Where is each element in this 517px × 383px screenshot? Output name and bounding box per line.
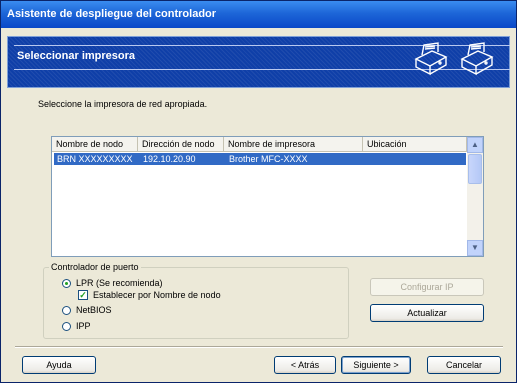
- back-button[interactable]: < Atrás: [274, 356, 336, 374]
- help-button[interactable]: Ayuda: [22, 356, 96, 374]
- radio-netbios-indicator[interactable]: [62, 305, 71, 315]
- row-location: [365, 153, 466, 165]
- column-location[interactable]: Ubicación: [363, 137, 467, 152]
- driver-deployment-wizard-window: Asistente de despliegue del controlador …: [0, 0, 517, 383]
- printer-list-header: Nombre de nodo Dirección de nodo Nombre …: [52, 137, 467, 152]
- radio-lpr[interactable]: LPR (Se recomienda): [62, 278, 163, 288]
- row-node-address: 192.10.20.90: [143, 154, 196, 164]
- printer-list[interactable]: Nombre de nodo Dirección de nodo Nombre …: [51, 136, 484, 257]
- port-controller-group: Controlador de puerto LPR (Se recomienda…: [43, 262, 349, 339]
- instruction-text: Seleccione la impresora de red apropiada…: [38, 99, 208, 109]
- radio-netbios[interactable]: NetBIOS: [62, 305, 112, 315]
- update-button[interactable]: Actualizar: [370, 304, 484, 322]
- radio-lpr-label: LPR (Se recomienda): [76, 278, 163, 288]
- radio-ipp-label: IPP: [76, 321, 91, 331]
- radio-netbios-label: NetBIOS: [76, 305, 112, 315]
- scroll-down-arrow-icon[interactable]: ▼: [467, 240, 483, 256]
- checkbox-establish-label: Establecer por Nombre de nodo: [93, 290, 221, 300]
- configure-ip-button[interactable]: Configurar IP: [370, 278, 484, 296]
- window-title: Asistente de despliegue del controlador: [7, 8, 217, 20]
- vertical-scrollbar[interactable]: ▲ ▼: [467, 137, 483, 256]
- radio-ipp-indicator[interactable]: [62, 321, 71, 331]
- row-node-name: BRN XXXXXXXXX: [57, 154, 133, 164]
- network-printer-icon: [410, 41, 450, 77]
- scroll-thumb[interactable]: [468, 154, 482, 184]
- checkmark-icon[interactable]: ✓: [78, 290, 88, 300]
- port-controller-label: Controlador de puerto: [49, 262, 141, 272]
- cancel-button[interactable]: Cancelar: [427, 356, 501, 374]
- radio-lpr-indicator[interactable]: [62, 278, 71, 288]
- next-button[interactable]: Siguiente >: [341, 356, 411, 374]
- checkbox-establish-by-node[interactable]: ✓ Establecer por Nombre de nodo: [78, 290, 221, 300]
- wizard-header-banner: Seleccionar impresora: [7, 36, 510, 88]
- column-node-address[interactable]: Dirección de nodo: [138, 137, 224, 152]
- printer-row-selected[interactable]: BRN XXXXXXXXX 192.10.20.90 Brother MFC-X…: [54, 153, 466, 165]
- column-printer-name[interactable]: Nombre de impresora: [224, 137, 363, 152]
- network-printer-icon-2: [456, 41, 496, 77]
- title-bar[interactable]: Asistente de despliegue del controlador: [1, 1, 516, 28]
- column-node-name[interactable]: Nombre de nodo: [52, 137, 138, 152]
- footer-separator: [15, 346, 503, 348]
- scroll-up-arrow-icon[interactable]: ▲: [467, 137, 483, 153]
- page-title: Seleccionar impresora: [17, 50, 136, 62]
- radio-ipp[interactable]: IPP: [62, 321, 91, 331]
- row-printer-name: Brother MFC-XXXX: [229, 154, 308, 164]
